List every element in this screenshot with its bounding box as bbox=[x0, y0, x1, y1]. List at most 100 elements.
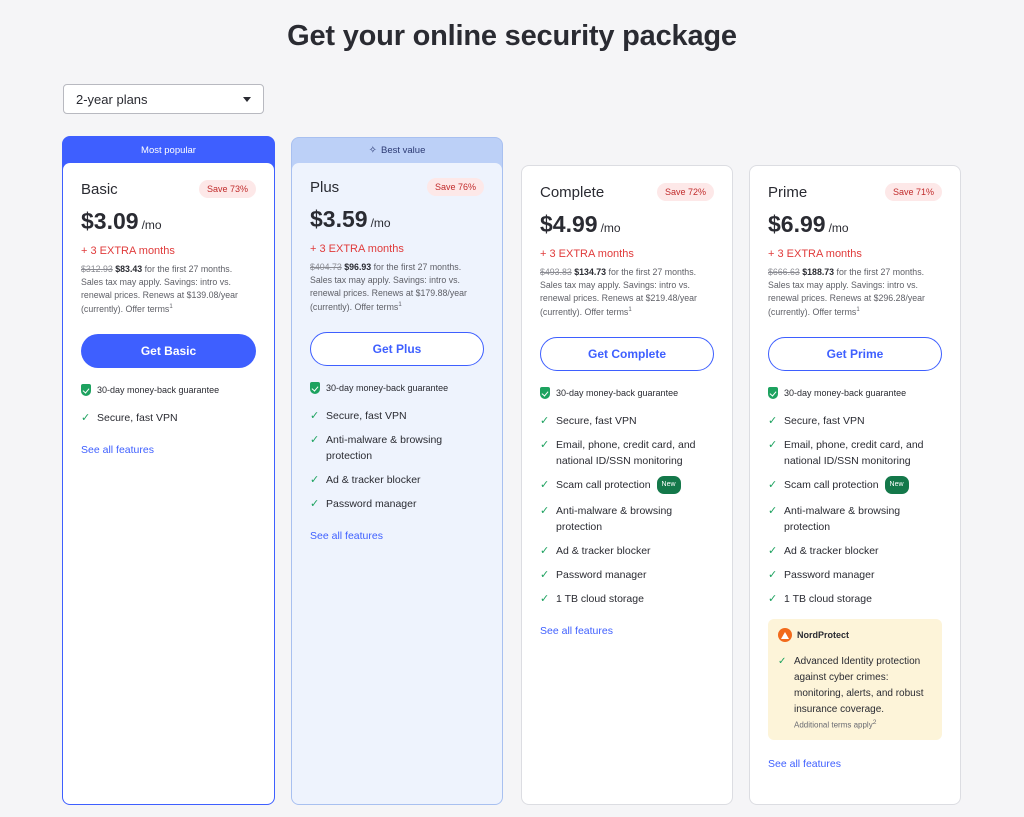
old-price: $404.73 bbox=[310, 262, 342, 272]
plan-name: Prime bbox=[768, 183, 808, 201]
feature-item: ✓ Secure, fast VPN bbox=[768, 413, 942, 429]
shield-check-icon bbox=[768, 387, 778, 400]
price: $3.59 bbox=[310, 206, 368, 232]
guarantee-text: 30-day money-back guarantee bbox=[556, 388, 679, 399]
extra-months: + 3 EXTRA months bbox=[540, 248, 634, 260]
see-all-features-link[interactable]: See all features bbox=[540, 625, 714, 637]
feature-text: Anti-malware & browsing protection bbox=[556, 505, 673, 534]
feature-item: ✓ Password manager bbox=[768, 567, 942, 583]
pricing-terms: $493.83 $134.73 for the first 27 months.… bbox=[540, 266, 714, 319]
see-all-features-link[interactable]: See all features bbox=[768, 758, 942, 770]
feature-item: ✓ Ad & tracker blocker bbox=[310, 472, 484, 488]
pricing-terms: $312.93 $83.43 for the first 27 months. … bbox=[81, 263, 256, 316]
get-complete-button[interactable]: Get Complete bbox=[540, 337, 714, 372]
sparkle-icon: ✧ bbox=[368, 145, 377, 156]
check-icon: ✓ bbox=[768, 505, 778, 518]
feature-text: Anti-malware & browsing protection bbox=[326, 434, 443, 463]
feature-text: Secure, fast VPN bbox=[784, 415, 865, 428]
nordprotect-feature-text: Advanced Identity protection against cyb… bbox=[794, 656, 924, 716]
get-prime-button[interactable]: Get Prime bbox=[768, 337, 942, 372]
footnote-mark: 1 bbox=[856, 307, 860, 314]
feature-text: Scam call protection bbox=[784, 479, 879, 492]
check-icon: ✓ bbox=[310, 410, 320, 423]
plan-duration-select[interactable]: 2-year plans bbox=[63, 84, 264, 114]
feature-text: Ad & tracker blocker bbox=[326, 474, 421, 487]
check-icon: ✓ bbox=[540, 439, 550, 452]
get-plus-button[interactable]: Get Plus bbox=[310, 332, 484, 367]
feature-text: Anti-malware & browsing protection bbox=[784, 505, 901, 534]
note-text: Additional terms apply bbox=[794, 720, 873, 730]
feature-item: ✓ Password manager bbox=[310, 496, 484, 512]
check-icon: ✓ bbox=[768, 415, 778, 428]
check-icon: ✓ bbox=[540, 569, 550, 582]
feature-item: ✓ 1 TB cloud storage bbox=[768, 591, 942, 607]
feature-item: ✓ Scam call protection New bbox=[540, 476, 714, 495]
save-badge: Save 71% bbox=[884, 183, 942, 201]
nordprotect-logo-icon bbox=[778, 628, 792, 643]
feature-text: Secure, fast VPN bbox=[326, 410, 407, 423]
feature-item: ✓ Ad & tracker blocker bbox=[540, 543, 714, 559]
footnote-mark: 2 bbox=[872, 719, 877, 727]
save-badge: Save 72% bbox=[656, 183, 714, 201]
nordprotect-logo: NordProtect bbox=[778, 628, 932, 643]
get-basic-button[interactable]: Get Basic bbox=[81, 334, 256, 369]
money-back-guarantee: 30-day money-back guarantee bbox=[81, 384, 256, 397]
feature-item: ✓ Anti-malware & browsing protection bbox=[768, 503, 942, 535]
feature-item: ✓ Secure, fast VPN bbox=[540, 413, 714, 429]
feature-item: ✓ Ad & tracker blocker bbox=[768, 543, 942, 559]
feature-item: ✓ Password manager bbox=[540, 567, 714, 583]
see-all-features-link[interactable]: See all features bbox=[81, 444, 256, 456]
plan-duration-value: 2-year plans bbox=[76, 91, 148, 107]
feature-list: ✓ Secure, fast VPN ✓ Anti-malware & browsi… bbox=[310, 408, 484, 512]
most-popular-banner: Most popular bbox=[141, 145, 196, 156]
price-period: /mo bbox=[828, 221, 849, 235]
check-icon: ✓ bbox=[540, 505, 550, 518]
feature-text: Email, phone, credit card, and national … bbox=[784, 439, 924, 468]
plan-card-prime: Prime Save 71% $6.99 /mo + 3 EXTRA month… bbox=[749, 165, 961, 805]
price-period: /mo bbox=[141, 218, 162, 232]
new-price: $188.73 bbox=[802, 267, 835, 277]
pricing-terms: $404.73 $96.93 for the first 27 months. … bbox=[310, 261, 484, 314]
feature-list: ✓ Secure, fast VPN ✓ Email, phone, credit … bbox=[540, 413, 714, 607]
additional-terms-note: Additional terms apply2 bbox=[794, 719, 932, 730]
feature-text: Password manager bbox=[326, 498, 417, 511]
nordprotect-box: NordProtect ✓ Advanced Identity protecti… bbox=[768, 619, 942, 740]
new-price: $83.43 bbox=[115, 264, 143, 274]
check-icon: ✓ bbox=[310, 498, 320, 511]
nordprotect-feature: ✓ Advanced Identity protection against c… bbox=[778, 654, 932, 718]
plan-card-basic: Basic Save 73% $3.09 /mo + 3 EXTRA month… bbox=[63, 163, 274, 804]
check-icon: ✓ bbox=[310, 474, 320, 487]
feature-item: ✓ Anti-malware & browsing protection bbox=[540, 503, 714, 535]
feature-item: ✓ Secure, fast VPN bbox=[310, 408, 484, 424]
feature-text: Password manager bbox=[784, 569, 875, 582]
plan-name: Plus bbox=[310, 178, 340, 196]
feature-list: ✓ Secure, fast VPN bbox=[81, 410, 256, 426]
plan-card-complete: Complete Save 72% $4.99 /mo + 3 EXTRA mo… bbox=[521, 165, 733, 805]
new-price: $134.73 bbox=[574, 267, 607, 277]
shield-check-icon bbox=[540, 387, 550, 400]
new-price: $96.93 bbox=[344, 262, 372, 272]
new-badge: New bbox=[884, 476, 909, 495]
shield-check-icon bbox=[81, 384, 91, 397]
see-all-features-link[interactable]: See all features bbox=[310, 530, 484, 542]
footnote-mark: 1 bbox=[398, 302, 402, 309]
check-icon: ✓ bbox=[540, 545, 550, 558]
price-period: /mo bbox=[370, 216, 391, 230]
save-badge: Save 73% bbox=[198, 180, 256, 198]
guarantee-text: 30-day money-back guarantee bbox=[97, 385, 220, 396]
feature-text: Ad & tracker blocker bbox=[784, 545, 879, 558]
feature-item: ✓ Secure, fast VPN bbox=[81, 410, 256, 426]
extra-months: + 3 EXTRA months bbox=[81, 245, 175, 257]
extra-months: + 3 EXTRA months bbox=[310, 243, 404, 255]
pricing-terms: $666.63 $188.73 for the first 27 months.… bbox=[768, 266, 942, 319]
plan-card-basic-wrapper: Most popular Basic Save 73% $3.09 /mo + … bbox=[62, 136, 275, 805]
feature-text: Password manager bbox=[556, 569, 647, 582]
best-value-banner: ✧ Best value bbox=[292, 138, 502, 163]
check-icon: ✓ bbox=[768, 545, 778, 558]
check-icon: ✓ bbox=[81, 412, 91, 425]
guarantee-text: 30-day money-back guarantee bbox=[784, 388, 907, 399]
money-back-guarantee: 30-day money-back guarantee bbox=[540, 387, 714, 400]
feature-list: ✓ Secure, fast VPN ✓ Email, phone, credit … bbox=[768, 413, 942, 607]
new-badge: New bbox=[656, 476, 681, 495]
feature-item: ✓ Anti-malware & browsing protection bbox=[310, 432, 484, 464]
